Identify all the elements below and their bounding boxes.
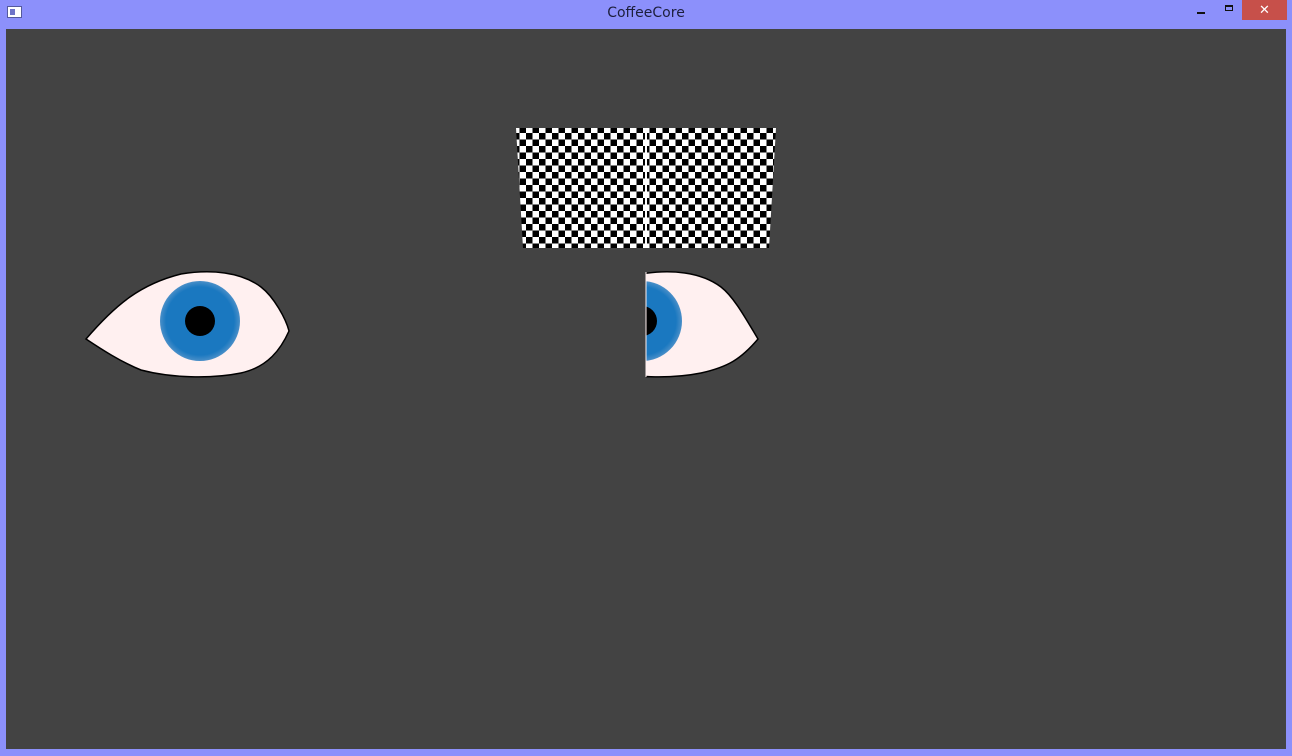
close-icon: ✕	[1259, 2, 1270, 18]
maximize-icon	[1225, 5, 1233, 11]
minimize-icon	[1197, 12, 1205, 14]
render-canvas[interactable]	[6, 29, 1286, 749]
minimize-button[interactable]	[1188, 0, 1214, 20]
right-eye	[646, 271, 759, 378]
window-title: CoffeeCore	[607, 5, 685, 21]
close-button[interactable]: ✕	[1242, 0, 1287, 20]
maximize-button[interactable]	[1216, 0, 1242, 20]
app-window: CoffeeCore ✕	[0, 0, 1292, 756]
left-eye	[84, 271, 290, 378]
checkerboard-texture	[516, 128, 776, 248]
title-bar[interactable]: CoffeeCore ✕	[0, 0, 1292, 28]
scene-graphics	[84, 128, 776, 378]
